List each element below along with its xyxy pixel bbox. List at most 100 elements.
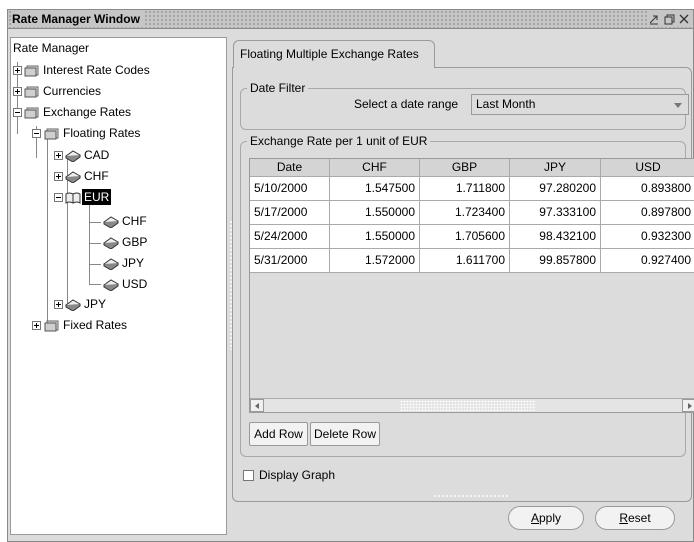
chevron-down-icon xyxy=(674,103,682,108)
horizontal-scrollbar[interactable] xyxy=(250,398,694,412)
cell-usd[interactable]: 0.897800 xyxy=(601,201,694,225)
chevron-right-icon xyxy=(688,403,692,409)
display-graph-checkbox[interactable] xyxy=(243,470,254,481)
cell-gbp[interactable]: 1.723400 xyxy=(420,201,510,225)
cell-date[interactable]: 5/10/2000 xyxy=(250,177,330,201)
column-header-usd[interactable]: USD xyxy=(601,159,694,177)
currency-icon xyxy=(103,236,119,250)
delete-row-button[interactable]: Delete Row xyxy=(310,422,380,446)
tree-item-cad[interactable]: CAD xyxy=(82,147,111,163)
folder-icon xyxy=(24,106,40,119)
cell-jpy[interactable]: 97.333100 xyxy=(510,201,601,225)
cell-usd[interactable]: 0.893800 xyxy=(601,177,694,201)
cell-jpy[interactable]: 99.857800 xyxy=(510,249,601,273)
folder-icon xyxy=(44,127,60,140)
cell-gbp[interactable]: 1.711800 xyxy=(420,177,510,201)
tree-item-chf[interactable]: CHF xyxy=(82,168,111,184)
scroll-right-button[interactable] xyxy=(682,399,694,412)
expand-toggle[interactable] xyxy=(13,66,22,75)
column-header-chf[interactable]: CHF xyxy=(330,159,420,177)
display-graph-label[interactable]: Display Graph xyxy=(259,466,335,484)
column-header-date[interactable]: Date xyxy=(250,159,330,177)
title-bar[interactable]: Rate Manager Window xyxy=(8,10,693,29)
reset-button[interactable]: Reset xyxy=(595,506,675,530)
currency-icon xyxy=(103,215,119,229)
tree-item-jpy[interactable]: JPY xyxy=(82,296,108,312)
tree-connector xyxy=(47,138,48,328)
tree-connector xyxy=(89,222,101,223)
maximize-icon[interactable] xyxy=(663,11,675,27)
tree-connector xyxy=(89,204,90,284)
tab-floating-multiple-exchange-rates[interactable]: Floating Multiple Exchange Rates xyxy=(233,40,435,68)
tab-panel: Date Filter Select a date range Last Mon… xyxy=(232,67,694,502)
tree-item-eur-gbp[interactable]: GBP xyxy=(120,234,149,250)
table-row[interactable]: 5/10/2000 1.547500 1.711800 97.280200 0.… xyxy=(250,177,694,201)
tree-item-eur[interactable]: EUR xyxy=(82,189,112,205)
folder-icon xyxy=(24,64,40,77)
date-filter-group: Date Filter Select a date range Last Mon… xyxy=(240,81,689,130)
cell-chf[interactable]: 1.547500 xyxy=(330,177,420,201)
cell-usd[interactable]: 0.932300 xyxy=(601,225,694,249)
tree-connector xyxy=(89,243,101,244)
tree-item-floating-rates[interactable]: Floating Rates xyxy=(61,125,142,141)
tree-item-currencies[interactable]: Currencies xyxy=(41,83,103,99)
tree-connector xyxy=(89,284,101,285)
cell-jpy[interactable]: 97.280200 xyxy=(510,177,601,201)
tree-root-label: Rate Manager xyxy=(13,41,90,55)
scroll-thumb[interactable] xyxy=(400,400,536,411)
date-range-label: Select a date range xyxy=(354,97,459,111)
exchange-rate-group: Exchange Rate per 1 unit of EUR Date CHF… xyxy=(240,134,694,457)
cell-usd[interactable]: 0.927400 xyxy=(601,249,694,273)
expand-toggle[interactable] xyxy=(54,172,63,181)
window-controls xyxy=(647,11,693,27)
cell-jpy[interactable]: 98.432100 xyxy=(510,225,601,249)
cell-chf[interactable]: 1.550000 xyxy=(330,225,420,249)
tree-item-eur-jpy[interactable]: JPY xyxy=(120,255,146,271)
tree-item-eur-usd[interactable]: USD xyxy=(120,276,149,292)
open-book-icon xyxy=(65,191,81,204)
tree-connector xyxy=(89,264,101,265)
table-row[interactable]: 5/24/2000 1.550000 1.705600 98.432100 0.… xyxy=(250,225,694,249)
exchange-rate-table[interactable]: Date CHF GBP JPY USD 5/10/2000 1.547500 … xyxy=(249,158,694,413)
exchange-rate-label: Exchange Rate per 1 unit of EUR xyxy=(247,134,431,148)
table-header: Date CHF GBP JPY USD xyxy=(250,159,694,177)
tree-item-exchange-rates[interactable]: Exchange Rates xyxy=(41,104,133,120)
table-row[interactable]: 5/17/2000 1.550000 1.723400 97.333100 0.… xyxy=(250,201,694,225)
navigator-tree[interactable]: Rate Manager Interest Rate Codes Currenc… xyxy=(10,37,227,535)
close-icon[interactable] xyxy=(678,11,690,27)
add-row-button[interactable]: Add Row xyxy=(249,422,308,446)
scroll-left-button[interactable] xyxy=(250,399,264,412)
cell-gbp[interactable]: 1.611700 xyxy=(420,249,510,273)
cell-date[interactable]: 5/17/2000 xyxy=(250,201,330,225)
chevron-left-icon xyxy=(255,403,259,409)
minimize-icon[interactable] xyxy=(648,11,660,27)
cell-gbp[interactable]: 1.705600 xyxy=(420,225,510,249)
rate-manager-window: Rate Manager Window Rate Manager Interes… xyxy=(7,9,694,542)
currency-icon xyxy=(65,149,81,163)
tree-item-interest-rate-codes[interactable]: Interest Rate Codes xyxy=(41,62,152,78)
collapse-toggle[interactable] xyxy=(54,193,63,202)
apply-button[interactable]: Apply xyxy=(508,506,584,530)
collapse-toggle[interactable] xyxy=(13,108,22,117)
expand-toggle[interactable] xyxy=(13,87,22,96)
cell-chf[interactable]: 1.550000 xyxy=(330,201,420,225)
currency-icon xyxy=(103,278,119,292)
collapse-toggle[interactable] xyxy=(32,129,41,138)
tree-item-eur-chf[interactable]: CHF xyxy=(120,213,149,229)
currency-icon xyxy=(65,298,81,312)
date-range-value: Last Month xyxy=(476,97,536,111)
cell-date[interactable]: 5/24/2000 xyxy=(250,225,330,249)
expand-toggle[interactable] xyxy=(54,300,63,309)
cell-chf[interactable]: 1.572000 xyxy=(330,249,420,273)
expand-toggle[interactable] xyxy=(54,151,63,160)
column-header-jpy[interactable]: JPY xyxy=(510,159,601,177)
expand-toggle[interactable] xyxy=(32,321,41,330)
tree-item-fixed-rates[interactable]: Fixed Rates xyxy=(61,317,129,333)
panel-divider xyxy=(433,494,509,498)
folder-icon xyxy=(44,319,60,332)
window-title: Rate Manager Window xyxy=(11,11,144,27)
column-header-gbp[interactable]: GBP xyxy=(420,159,510,177)
date-range-select[interactable]: Last Month xyxy=(471,94,689,115)
cell-date[interactable]: 5/31/2000 xyxy=(250,249,330,273)
table-row[interactable]: 5/31/2000 1.572000 1.611700 99.857800 0.… xyxy=(250,249,694,273)
